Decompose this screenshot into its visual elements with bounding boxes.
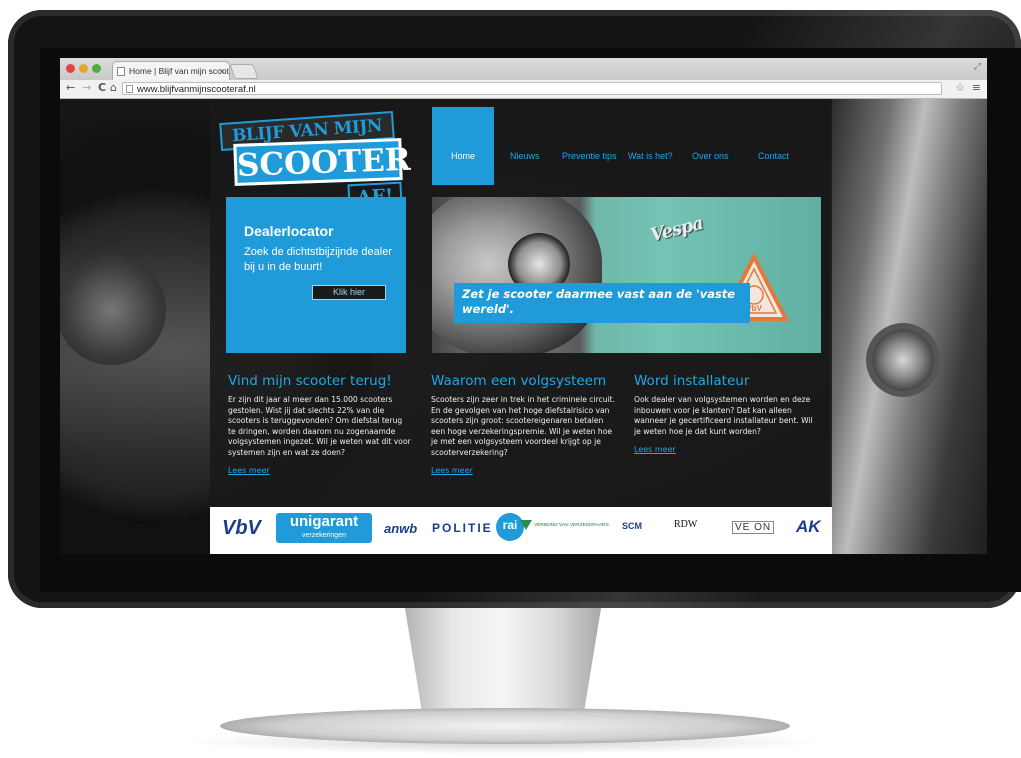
tab-close-icon[interactable]: ×	[220, 62, 225, 80]
nav-wat-is-het[interactable]: Wat is het?	[628, 151, 673, 161]
nav-over-ons[interactable]: Over ons	[692, 151, 729, 161]
column-waarom-volgsysteem: Waarom een volgsysteem Scooters zijn zee…	[431, 373, 615, 475]
menu-icon[interactable]: ≡	[972, 81, 981, 94]
monitor-screen: Home | Blijf van mijn scoot × ⤢ ← → C ⌂ …	[60, 58, 987, 554]
fullscreen-icon[interactable]: ⤢	[974, 62, 981, 72]
unigarant-name: unigarant	[289, 513, 359, 530]
monitor-stand-base	[220, 708, 790, 744]
column-vind-scooter: Vind mijn scooter terug! Er zijn dit jaa…	[228, 373, 412, 475]
bookmark-star-icon[interactable]: ☆	[955, 81, 965, 94]
column-text: Ook dealer van volgsystemen worden en de…	[634, 395, 813, 436]
dealer-text: Zoek de dichtstbijzijnde dealer bij u in…	[244, 246, 392, 273]
partner-ak-logo[interactable]: AK	[796, 517, 821, 537]
hero-caption: Zet je scooter daarmee vast aan de 'vast…	[454, 283, 750, 323]
window-close-button[interactable]	[66, 64, 75, 73]
reload-icon[interactable]: C	[98, 81, 106, 94]
logo-line-2: SCOOTER	[233, 138, 411, 186]
back-icon[interactable]: ←	[66, 81, 75, 94]
nav-contact[interactable]: Contact	[758, 151, 789, 161]
browser-tabstrip: Home | Blijf van mijn scoot × ⤢	[60, 58, 987, 80]
site-logo[interactable]: BLIJF VAN MIJN SCOOTER AF!	[219, 110, 411, 211]
page-icon	[117, 67, 125, 76]
partner-scm-logo[interactable]: SCM	[622, 521, 642, 531]
hero-brand-script: Vespa	[648, 212, 705, 247]
dealer-locator-panel: Dealerlocator Zoek de dichtstbijzijnde d…	[226, 197, 406, 353]
partner-unigarant-logo[interactable]: unigarant verzekeringen	[276, 513, 372, 543]
column-text: Scooters zijn zeer in trek in het crimin…	[431, 395, 616, 457]
window-minimize-button[interactable]	[79, 64, 88, 73]
unigarant-sub: verzekeringen	[302, 532, 346, 539]
verbond-triangle-icon	[520, 520, 532, 530]
column-title: Waarom een volgsysteem	[431, 373, 607, 389]
browser-tab[interactable]: Home | Blijf van mijn scoot ×	[112, 61, 230, 80]
dealer-title: Dealerlocator	[244, 223, 334, 239]
partner-verbond-logo[interactable]: VERBOND VAN VERZEKERAARS	[520, 520, 609, 530]
partner-logos-bar: VbV unigarant verzekeringen anwb POLITIE…	[210, 507, 832, 554]
verbond-name: VERBOND VAN VERZEKERAARS	[534, 523, 609, 528]
nav-preventie-tips[interactable]: Preventie tips	[562, 151, 617, 161]
address-bar-url: www.blijfvanmijnscooteraf.nl	[137, 84, 256, 95]
partner-anwb-logo[interactable]: anwb	[384, 521, 417, 536]
nav-nieuws[interactable]: Nieuws	[510, 151, 540, 161]
tab-title: Home | Blijf van mijn scoot	[129, 66, 229, 76]
window-zoom-button[interactable]	[92, 64, 101, 73]
new-tab-button[interactable]	[229, 64, 259, 79]
forward-icon[interactable]: →	[82, 81, 91, 94]
partner-vnon-logo[interactable]: VE ON	[732, 521, 775, 534]
column-title: Word installateur	[634, 373, 750, 389]
browser-toolbar: ← → C ⌂ www.blijfvanmijnscooteraf.nl ☆ ≡	[60, 80, 987, 99]
read-more-link[interactable]: Lees meer	[634, 445, 818, 454]
page-icon	[126, 85, 133, 93]
address-bar[interactable]: www.blijfvanmijnscooteraf.nl	[122, 82, 942, 95]
read-more-link[interactable]: Lees meer	[228, 466, 412, 475]
partner-rdw-logo[interactable]: RDW	[674, 519, 697, 530]
read-more-link[interactable]: Lees meer	[431, 466, 615, 475]
column-text: Er zijn dit jaar al meer dan 15.000 scoo…	[228, 395, 411, 457]
home-icon[interactable]: ⌂	[110, 81, 117, 94]
main-nav: Home Nieuws Preventie tips Wat is het? O…	[432, 107, 802, 185]
background-metal	[830, 99, 987, 554]
hero-image: Vespa VbV Zet je scooter daarmee vast aa…	[432, 197, 821, 353]
website: BLIJF VAN MIJN SCOOTER AF! Home Nieuws P…	[60, 99, 987, 554]
column-word-installateur: Word installateur Ook dealer van volgsys…	[634, 373, 818, 454]
partner-vbv-logo[interactable]: VbV	[222, 517, 261, 540]
partner-politie-logo[interactable]: POLITIE	[432, 521, 493, 535]
dealer-button[interactable]: Klik hier	[312, 285, 386, 300]
nav-home[interactable]: Home	[432, 107, 494, 185]
column-title: Vind mijn scooter terug!	[228, 373, 392, 389]
background-bolt	[872, 329, 934, 391]
